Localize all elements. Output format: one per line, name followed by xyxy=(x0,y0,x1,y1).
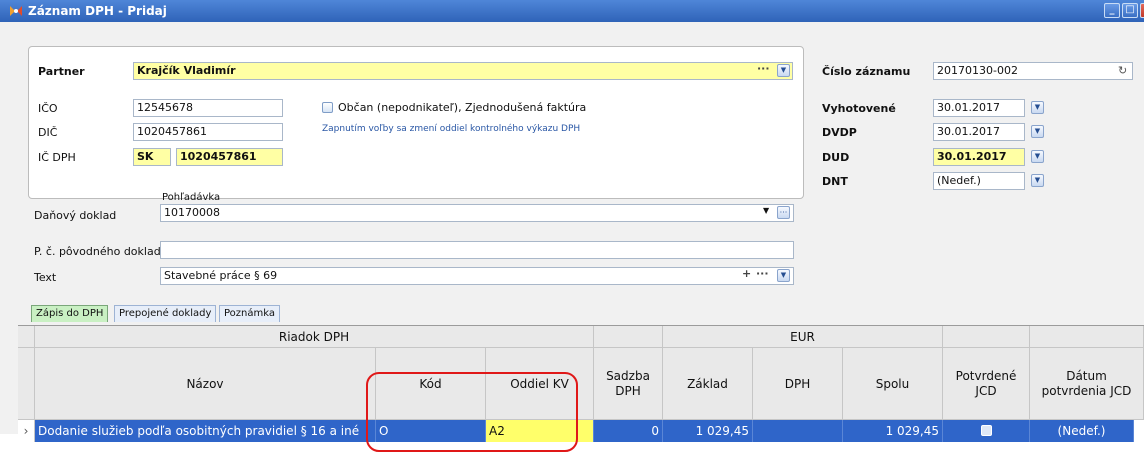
dic-label: DIČ xyxy=(38,126,58,139)
pohladavka-label: Pohľadávka xyxy=(162,192,221,203)
povodny-field[interactable] xyxy=(160,241,794,259)
povodny-label: P. č. pôvodného dokladu xyxy=(34,245,168,258)
vyhotovene-dropdown-icon[interactable]: ▼ xyxy=(1031,101,1044,114)
col-datum-potvrdenia[interactable]: Dátum potvrdenia JCD xyxy=(1030,348,1144,420)
group-riadok-dph: Riadok DPH xyxy=(35,326,594,348)
col-dph[interactable]: DPH xyxy=(753,348,843,420)
row-indicator-header xyxy=(18,348,35,420)
dnt-field[interactable]: (Nedef.) xyxy=(933,172,1025,190)
dud-dropdown-icon[interactable]: ▼ xyxy=(1031,150,1044,163)
cell-zaklad[interactable]: 1 029,45 xyxy=(663,420,753,442)
dnt-dropdown-icon[interactable]: ▼ xyxy=(1031,174,1044,187)
group-blank xyxy=(594,326,663,348)
cell-sadzba[interactable]: 0 xyxy=(594,420,663,442)
partner-dropdown-icon[interactable]: ▼ xyxy=(777,64,790,77)
group-eur: EUR xyxy=(663,326,943,348)
text-dropdown-icon[interactable]: ▼ xyxy=(777,269,790,282)
danovy-more-icon[interactable]: ··· xyxy=(777,206,790,219)
dic-field[interactable]: 1020457861 xyxy=(133,123,283,141)
potvrdene-checkbox[interactable] xyxy=(981,425,992,436)
partner-field[interactable]: Krajčík Vladimír xyxy=(133,62,793,80)
text-more-icon[interactable]: ··· xyxy=(756,267,769,280)
dph-grid: Riadok DPH EUR Názov Kód Oddiel KV Sadzb… xyxy=(18,325,1144,456)
tab-prepojene-doklady[interactable]: Prepojené doklady xyxy=(114,305,217,322)
ico-label: IČO xyxy=(38,102,58,115)
icdph-prefix-field[interactable]: SK xyxy=(133,148,171,166)
ico-field[interactable]: 12545678 xyxy=(133,99,283,117)
partner-more-icon[interactable]: ··· xyxy=(757,62,770,75)
icdph-field[interactable]: 1020457861 xyxy=(176,148,283,166)
text-field[interactable]: Stavebné práce § 69 xyxy=(160,267,794,285)
add-icon[interactable]: + xyxy=(742,267,751,280)
col-potvrdene-jcd[interactable]: Potvrdené JCD xyxy=(943,348,1030,420)
dvdp-dropdown-icon[interactable]: ▼ xyxy=(1031,125,1044,138)
citizen-label: Občan (nepodnikateľ), Zjednodušená faktú… xyxy=(338,101,587,114)
col-spolu[interactable]: Spolu xyxy=(843,348,943,420)
cislo-field[interactable]: 20170130-002 xyxy=(933,62,1133,80)
cell-nazov[interactable]: Dodanie služieb podľa osobitných pravidi… xyxy=(35,420,376,442)
app-icon xyxy=(10,6,22,16)
cell-spolu[interactable]: 1 029,45 xyxy=(843,420,943,442)
icdph-label: IČ DPH xyxy=(38,151,76,164)
col-sadzba-dph[interactable]: Sadzba DPH xyxy=(594,348,663,420)
group-blank-2 xyxy=(943,326,1030,348)
citizen-checkbox[interactable] xyxy=(322,102,333,113)
danovy-dropdown-icon[interactable]: ▼ xyxy=(763,206,769,215)
tab-zapis-do-dph[interactable]: Zápis do DPH xyxy=(31,305,109,322)
text-label: Text xyxy=(34,271,57,284)
close-icon[interactable] xyxy=(1140,3,1144,18)
col-zaklad[interactable]: Základ xyxy=(663,348,753,420)
vyhotovene-field[interactable]: 30.01.2017 xyxy=(933,99,1025,117)
danovy-label: Daňový doklad xyxy=(34,209,117,222)
cell-potvrdene[interactable] xyxy=(943,420,1030,442)
dnt-label: DNT xyxy=(822,175,848,188)
minimize-icon[interactable]: _ xyxy=(1104,3,1120,18)
grid-corner xyxy=(18,326,35,348)
window-title: Záznam DPH - Pridaj xyxy=(28,4,167,18)
maximize-icon[interactable]: □ xyxy=(1122,3,1138,18)
annotation-highlight xyxy=(366,372,578,452)
dvdp-field[interactable]: 30.01.2017 xyxy=(933,123,1025,141)
vyhotovene-label: Vyhotovené xyxy=(822,102,896,115)
citizen-note: Zapnutím voľby sa zmení oddiel kontrolné… xyxy=(322,124,581,134)
danovy-field[interactable]: 10170008 xyxy=(160,204,794,222)
group-blank-3 xyxy=(1030,326,1144,348)
refresh-icon[interactable]: ↻ xyxy=(1118,64,1127,77)
dvdp-label: DVDP xyxy=(822,126,857,139)
row-indicator-icon: › xyxy=(18,420,35,442)
cell-dph[interactable] xyxy=(753,420,843,442)
cell-datum[interactable]: (Nedef.) xyxy=(1030,420,1134,442)
form-client-area: Partner Krajčík Vladimír ··· ▼ IČO 12545… xyxy=(0,22,1144,456)
partner-label: Partner xyxy=(38,65,85,78)
cislo-label: Číslo záznamu xyxy=(822,65,911,78)
window-title-bar: Záznam DPH - Pridaj _ □ xyxy=(0,0,1144,22)
tab-poznamka[interactable]: Poznámka xyxy=(219,305,280,322)
dud-field[interactable]: 30.01.2017 xyxy=(933,148,1025,166)
col-nazov[interactable]: Názov xyxy=(35,348,376,420)
dud-label: DUD xyxy=(822,151,850,164)
